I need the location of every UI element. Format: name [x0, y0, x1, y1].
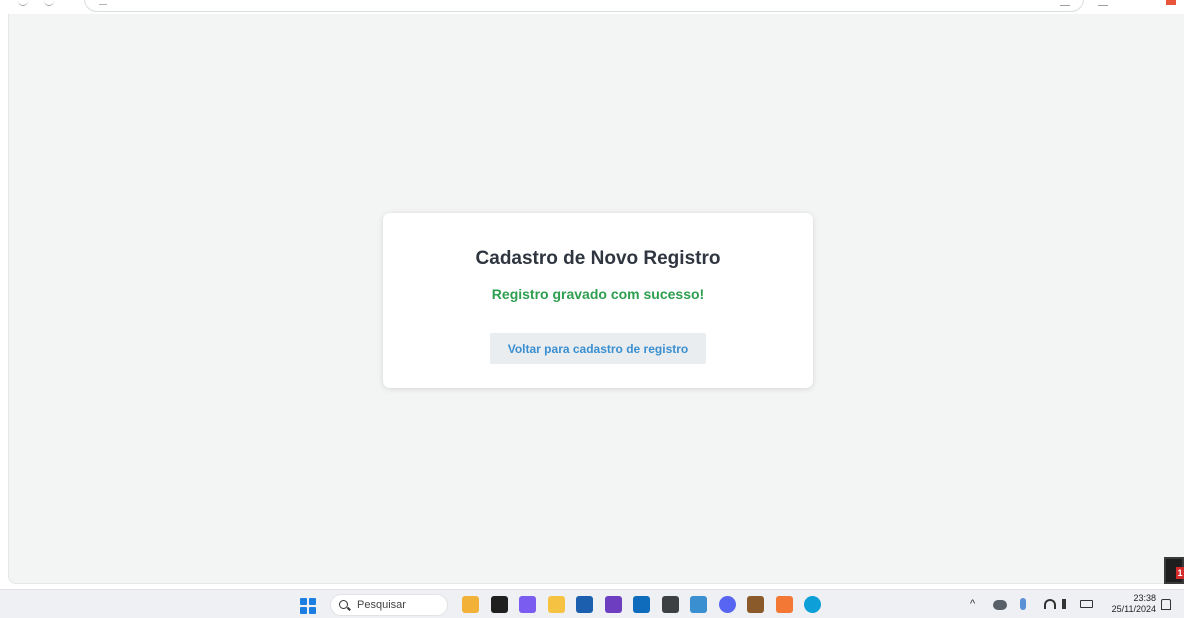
task-view-icon[interactable]	[490, 596, 508, 613]
profile-icon[interactable]	[1166, 0, 1176, 5]
clock-time: 23:38	[1133, 593, 1156, 603]
microphone-icon[interactable]	[1020, 598, 1026, 610]
notification-bell-icon[interactable]	[1161, 599, 1171, 610]
notification-badge[interactable]: 1	[1164, 557, 1184, 584]
notification-count: 1	[1176, 567, 1184, 579]
photos-icon[interactable]	[690, 596, 707, 613]
outlook-icon[interactable]	[633, 596, 650, 613]
extensions-icon[interactable]	[1098, 0, 1108, 6]
site-info-icon[interactable]	[99, 1, 107, 5]
address-bar[interactable]	[84, 0, 1084, 12]
back-to-registration-button[interactable]: Voltar para cadastro de registro	[490, 333, 706, 364]
battery-icon[interactable]	[1080, 600, 1093, 608]
page-viewport: Cadastro de Novo Registro Registro grava…	[8, 14, 1184, 584]
clock-date: 25/11/2024	[1111, 604, 1156, 614]
cloud-icon[interactable]	[993, 600, 1007, 610]
visual-studio-icon[interactable]	[604, 596, 622, 613]
copilot-icon[interactable]	[519, 596, 536, 613]
taskbar: Pesquisar ^ 23:38 25/11/2024	[0, 589, 1184, 618]
store-icon[interactable]	[576, 596, 593, 613]
search-placeholder: Pesquisar	[357, 599, 406, 611]
terminal-icon[interactable]	[661, 596, 679, 613]
windows-start-icon[interactable]	[300, 598, 316, 614]
search-icon	[339, 600, 348, 609]
browser-toolbar	[0, 0, 1184, 14]
paint-icon[interactable]	[462, 596, 479, 613]
discord-icon[interactable]	[718, 596, 736, 613]
edge-icon[interactable]	[804, 596, 821, 613]
minecraft-icon[interactable]	[747, 596, 764, 613]
bookmark-icon[interactable]	[1060, 0, 1070, 6]
page-title: Cadastro de Novo Registro	[475, 248, 721, 269]
show-hidden-icons-chevron[interactable]: ^	[970, 596, 975, 613]
reload-icon[interactable]	[44, 0, 54, 6]
system-clock[interactable]: 23:38 25/11/2024	[1104, 593, 1156, 615]
wifi-icon[interactable]	[1044, 599, 1056, 609]
file-explorer-icon[interactable]	[547, 596, 565, 613]
xampp-icon[interactable]	[775, 596, 793, 613]
taskbar-search[interactable]: Pesquisar	[330, 594, 448, 616]
success-message: Registro gravado com sucesso!	[491, 286, 705, 302]
success-card: Cadastro de Novo Registro Registro grava…	[383, 213, 813, 388]
volume-icon[interactable]	[1062, 599, 1072, 609]
back-icon[interactable]	[18, 0, 28, 6]
